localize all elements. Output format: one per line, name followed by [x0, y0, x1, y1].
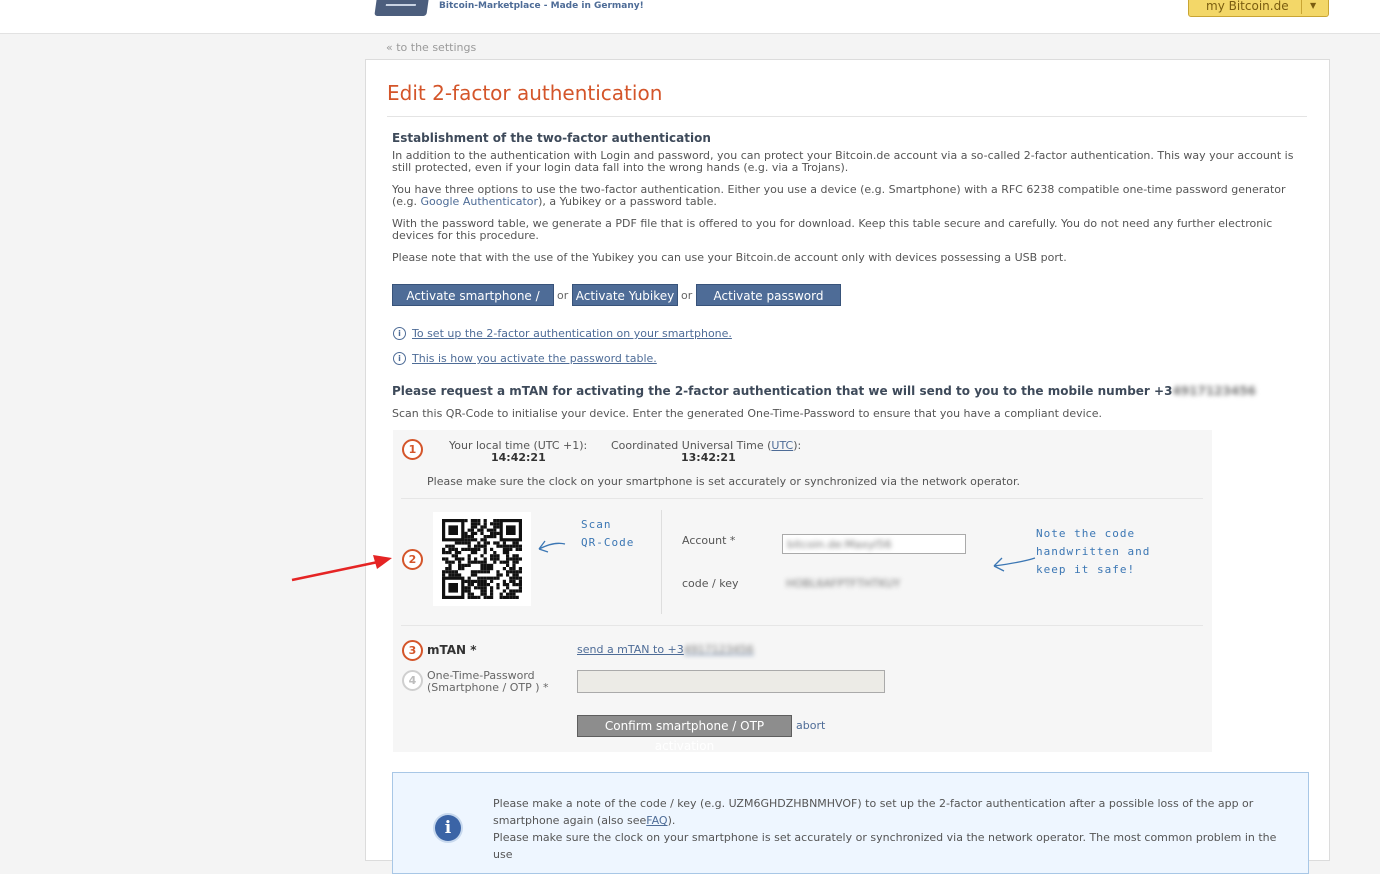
- info-text: Please make a note of the code / key (e.…: [493, 797, 1277, 861]
- vertical-separator: [661, 510, 662, 614]
- intro-paragraph-2: You have three options to use the two-fa…: [392, 183, 1286, 208]
- page-title: Edit 2-factor authentication: [387, 81, 663, 105]
- intro-paragraph-1: In addition to the authentication with L…: [392, 149, 1294, 174]
- mtan-label: mTAN *: [427, 643, 477, 657]
- step-1-badge: 1: [402, 439, 423, 460]
- activate-password-table-button[interactable]: Activate password table: [696, 284, 841, 325]
- keep-code-safe-handwritten-note: Note the code handwritten and keep it sa…: [1036, 527, 1151, 576]
- google-authenticator-link[interactable]: Google Authenticator: [421, 195, 539, 208]
- qr-code: [433, 512, 531, 606]
- blurred-phone-number: 4917123456: [1172, 384, 1256, 398]
- scan-instruction: Scan this QR-Code to initialise your dev…: [392, 407, 1103, 420]
- chevron-down-icon: ▼: [1310, 1, 1317, 10]
- account-value: bitcoin.de:MaxyI56: [787, 538, 892, 551]
- faq-link[interactable]: FAQ: [646, 814, 667, 827]
- info-icon: i: [435, 815, 461, 841]
- intro-paragraph-4: Please note that with the use of the Yub…: [392, 251, 1067, 264]
- activate-yubikey-button[interactable]: Activate Yubikey: [572, 284, 678, 306]
- my-bitcoin-menu-button[interactable]: my Bitcoin.de ▼: [1188, 0, 1329, 17]
- send-mtan-link[interactable]: send a mTAN to +34917123456: [577, 643, 754, 656]
- help-password-table-link[interactable]: This is how you activate the password ta…: [412, 352, 657, 365]
- mtan-request-heading: Please request a mTAN for activating the…: [392, 384, 1256, 398]
- title-divider: [387, 116, 1307, 117]
- utc-link[interactable]: UTC: [771, 439, 793, 452]
- hand-arrow-icon: [538, 540, 566, 553]
- code-key-label: code / key: [682, 577, 739, 590]
- blurred-phone-number: 4917123456: [683, 643, 754, 656]
- code-key-value: HOBL6AFPTFTHTKUY: [786, 577, 901, 590]
- intro-heading: Establishment of the two-factor authenti…: [392, 131, 711, 145]
- my-bitcoin-label: my Bitcoin.de: [1206, 0, 1289, 13]
- activate-smartphone-button[interactable]: Activate smartphone / OTP: [392, 284, 554, 325]
- step-4-badge: 4: [402, 670, 423, 691]
- steps-box: 1 Your local time (UTC +1): 14:42:21 Coo…: [393, 430, 1212, 753]
- logo-icon[interactable]: [374, 0, 430, 16]
- step-divider: [401, 625, 1203, 626]
- utc-time-value: 13:42:21: [681, 451, 736, 464]
- local-time-value: 14:42:21: [491, 451, 546, 464]
- otp-input[interactable]: [577, 670, 885, 693]
- abort-link[interactable]: abort: [796, 719, 825, 732]
- info-icon: i: [393, 327, 406, 340]
- site-tagline: Bitcoin-Marketplace - Made in Germany!: [439, 1, 644, 11]
- back-to-settings-link[interactable]: « to the settings: [386, 41, 476, 54]
- step-divider: [401, 498, 1203, 499]
- main-panel: Edit 2-factor authentication Establishme…: [365, 59, 1330, 874]
- step-3-badge: 3: [402, 640, 423, 661]
- info-box: i Please make a note of the code / key (…: [392, 772, 1309, 874]
- clock-sync-note: Please make sure the clock on your smart…: [427, 475, 1020, 488]
- or-separator: or: [557, 289, 569, 302]
- otp-label: One-Time-Password (Smartphone / OTP ) *: [427, 669, 549, 694]
- hand-arrow-icon: [993, 557, 1036, 572]
- qr-code-image: [442, 519, 522, 599]
- step-2-badge: 2: [402, 549, 423, 570]
- intro-paragraph-3: With the password table, we generate a P…: [392, 217, 1273, 242]
- info-icon: i: [393, 352, 406, 365]
- help-smartphone-link[interactable]: To set up the 2-factor authentication on…: [412, 327, 732, 340]
- account-field[interactable]: bitcoin.de:MaxyI56: [782, 534, 966, 554]
- or-separator: or: [681, 289, 693, 302]
- intro-section: Establishment of the two-factor authenti…: [392, 131, 1310, 274]
- scan-qr-handwritten-note: Scan QR-Code: [581, 518, 635, 549]
- top-bar: Bitcoin-Marketplace - Made in Germany! m…: [0, 0, 1380, 34]
- confirm-otp-activation-button[interactable]: Confirm smartphone / OTP activation: [577, 715, 792, 753]
- account-label: Account *: [682, 534, 736, 547]
